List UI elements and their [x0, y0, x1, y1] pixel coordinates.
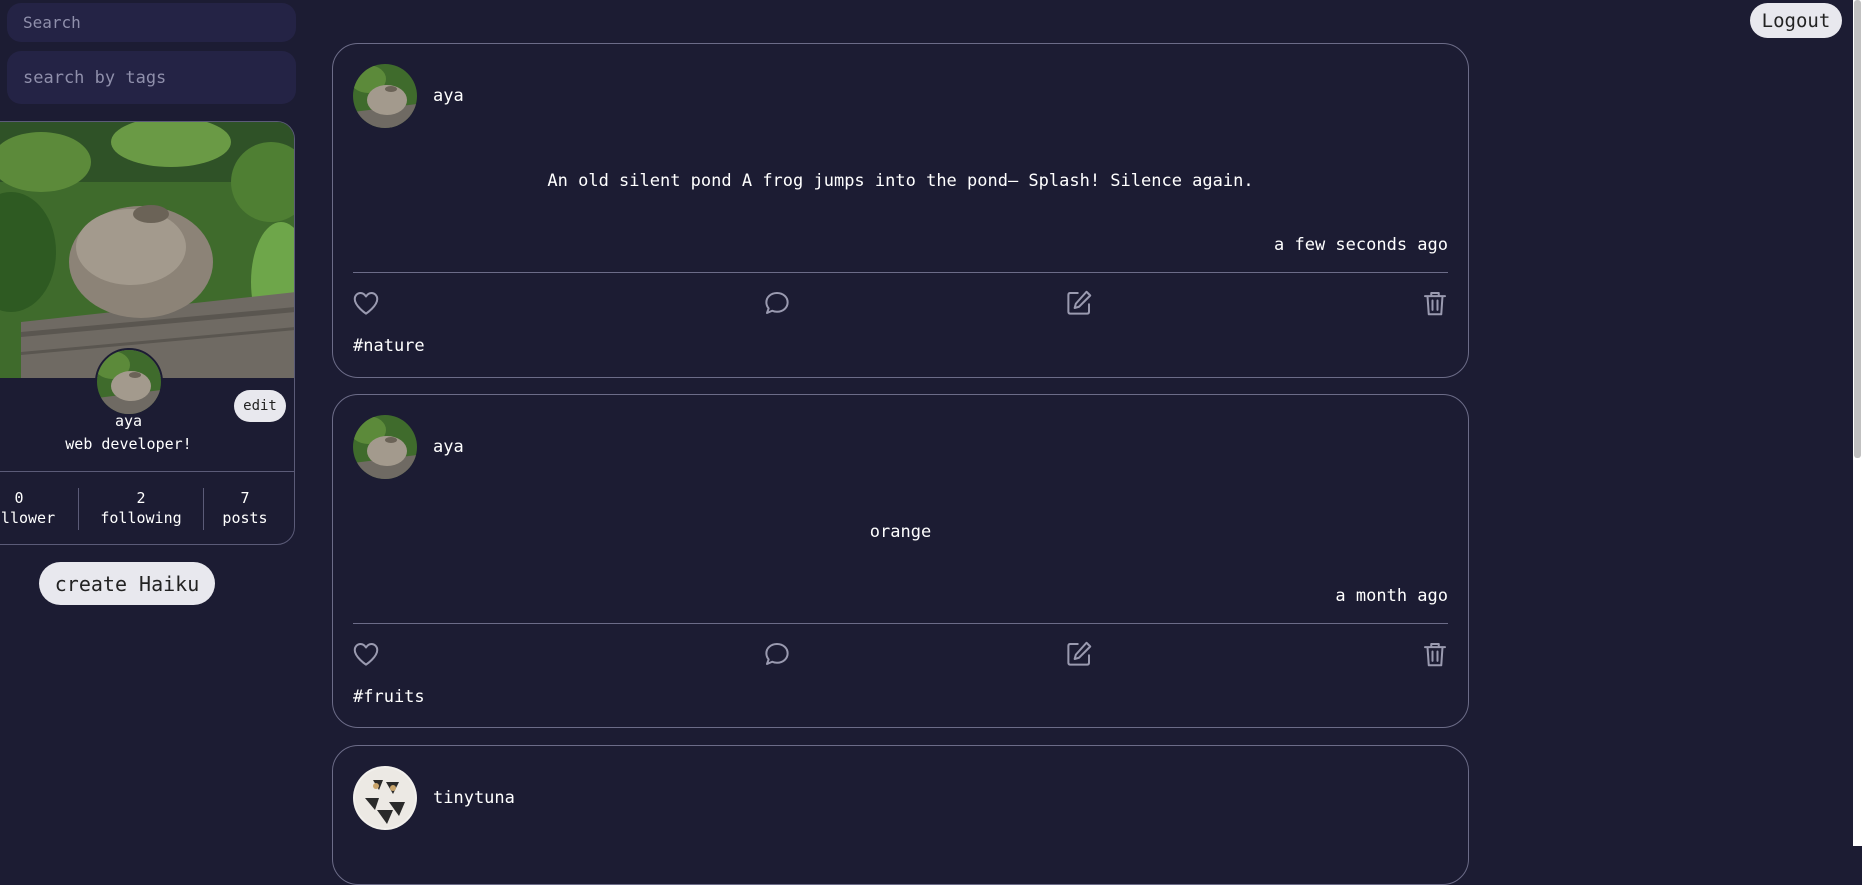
post-tag[interactable]: #fruits — [353, 687, 425, 707]
user-avatar[interactable] — [353, 766, 417, 830]
trash-icon[interactable] — [1420, 288, 1450, 318]
profile-name: aya — [114, 412, 143, 430]
post-card: aya orange a month ago #fruits — [332, 394, 1469, 728]
trash-icon[interactable] — [1420, 639, 1450, 669]
post-content: An old silent pond A frog jumps into the… — [547, 171, 1254, 191]
profile-card: edit aya web developer! 0 follower 2 fol… — [0, 121, 295, 545]
post-card: tinytuna — [332, 745, 1469, 885]
posts-stat[interactable]: 7 posts — [204, 488, 286, 528]
search-input[interactable] — [7, 3, 296, 42]
heart-icon[interactable] — [351, 639, 381, 669]
scrollbar-thumb[interactable] — [1854, 0, 1861, 458]
post-time: a few seconds ago — [1274, 235, 1448, 255]
divider — [353, 623, 1448, 624]
divider — [0, 471, 294, 472]
posts-label: posts — [222, 509, 268, 527]
comment-icon[interactable] — [762, 639, 792, 669]
edit-icon[interactable] — [1064, 288, 1094, 318]
create-haiku-button[interactable]: create Haiku — [39, 562, 215, 605]
tag-search-input[interactable] — [7, 51, 296, 104]
heart-icon[interactable] — [351, 288, 381, 318]
follower-stat[interactable]: 0 follower — [0, 488, 57, 528]
comment-icon[interactable] — [762, 288, 792, 318]
cover-image — [0, 122, 294, 378]
user-avatar[interactable] — [353, 415, 417, 479]
edit-icon[interactable] — [1064, 639, 1094, 669]
divider — [353, 272, 1448, 273]
scrollbar[interactable] — [1853, 0, 1862, 846]
following-stat[interactable]: 2 following — [79, 488, 203, 528]
profile-avatar — [95, 348, 163, 416]
post-username[interactable]: tinytuna — [433, 788, 515, 808]
post-card: aya An old silent pond A frog jumps into… — [332, 43, 1469, 378]
post-content: orange — [869, 522, 932, 542]
following-count: 2 — [136, 489, 146, 507]
post-username[interactable]: aya — [433, 437, 464, 457]
follower-count: 0 — [14, 489, 24, 507]
profile-bio: web developer! — [65, 435, 192, 453]
following-label: following — [100, 509, 182, 527]
follower-label: follower — [0, 509, 56, 527]
post-username[interactable]: aya — [433, 86, 464, 106]
post-time: a month ago — [1335, 586, 1448, 606]
posts-count: 7 — [240, 489, 250, 507]
post-tag[interactable]: #nature — [353, 336, 425, 356]
user-avatar[interactable] — [353, 64, 417, 128]
logout-button[interactable]: Logout — [1750, 3, 1842, 38]
